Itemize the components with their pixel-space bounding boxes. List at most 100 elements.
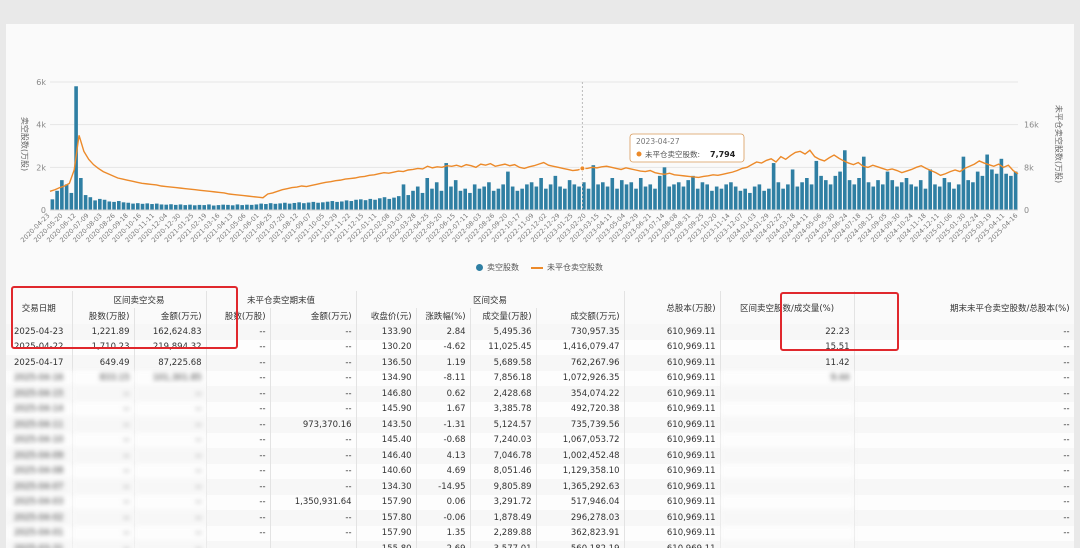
bar[interactable] [491, 190, 496, 210]
bar[interactable] [852, 184, 857, 210]
bar[interactable] [135, 203, 140, 210]
bar[interactable] [316, 202, 320, 210]
bar[interactable] [207, 204, 211, 210]
bar[interactable] [463, 188, 467, 210]
bar[interactable] [624, 184, 629, 210]
bar[interactable] [923, 188, 928, 210]
th-total-capital[interactable]: 总股本(万股) [624, 291, 721, 324]
table-row[interactable]: 2025-04-15 -- -- -- -- 146.80 0.62 2,428.68 354,… [6, 386, 1074, 402]
bar[interactable] [302, 203, 306, 210]
bar[interactable] [430, 188, 434, 210]
bar[interactable] [354, 199, 358, 210]
bar[interactable] [975, 171, 980, 210]
bar[interactable] [335, 201, 339, 210]
bar[interactable] [321, 202, 325, 210]
table-row[interactable]: 2025-04-03 -- -- -- 1,350,931.64 157.90 0.06 3,… [6, 494, 1074, 510]
bar[interactable] [268, 203, 273, 210]
bar[interactable] [667, 186, 672, 210]
table-row[interactable]: 2025-04-22 1,710.23 219,894.32 -- -- 130.20 -4… [6, 339, 1074, 355]
table-row[interactable]: 2025-04-02 -- -- -- -- 157.80 -0.06 1,878.49 296… [6, 510, 1074, 526]
bar[interactable] [510, 186, 515, 210]
bar[interactable] [83, 195, 88, 210]
bar[interactable] [50, 199, 55, 210]
bar[interactable] [520, 188, 524, 210]
bar[interactable] [553, 175, 558, 210]
table-row[interactable]: 2025-04-14 -- -- -- -- 145.90 1.67 3,385.78 492,… [6, 401, 1074, 417]
bar[interactable] [601, 182, 605, 210]
bar[interactable] [373, 199, 377, 210]
bar[interactable] [866, 182, 871, 210]
bar[interactable] [444, 163, 449, 210]
bar[interactable] [278, 203, 282, 210]
bar[interactable] [990, 169, 994, 210]
bar[interactable] [586, 188, 591, 210]
bar[interactable] [1009, 175, 1013, 210]
bar[interactable] [971, 182, 975, 210]
bar[interactable] [178, 204, 183, 210]
bar[interactable] [629, 182, 634, 210]
bar[interactable] [857, 178, 861, 210]
bar[interactable] [795, 186, 800, 210]
bar[interactable] [577, 186, 581, 210]
th-date[interactable]: 交易日期 [6, 291, 73, 324]
bar[interactable] [254, 204, 259, 210]
bar[interactable] [558, 186, 562, 210]
th-u-shares[interactable]: 股数(万股) [206, 308, 271, 324]
bar[interactable] [387, 198, 392, 210]
bar[interactable] [297, 202, 301, 210]
bar[interactable] [525, 184, 529, 210]
bar[interactable] [340, 201, 344, 210]
bar[interactable] [98, 198, 102, 210]
th-ratio[interactable]: 区间卖空股数/成交量(%) [720, 291, 855, 324]
table-row[interactable]: 2025-04-16 833.15 101,301.85 -- -- 134.90 -8.1… [6, 370, 1074, 386]
bar[interactable] [876, 180, 880, 210]
bar[interactable] [145, 203, 150, 210]
bar[interactable] [695, 188, 700, 210]
bar[interactable] [757, 184, 762, 210]
bar[interactable] [453, 180, 458, 210]
bar[interactable] [112, 201, 116, 210]
bar[interactable] [363, 200, 368, 210]
bar[interactable] [515, 190, 520, 210]
table-row[interactable]: 2025-04-07 -- -- -- -- 134.30 -14.95 9,805.89 1,… [6, 479, 1074, 495]
bar[interactable] [596, 184, 600, 210]
th-u-amount[interactable]: 金额(万元) [270, 308, 357, 324]
bar[interactable] [828, 184, 833, 210]
bar[interactable] [121, 202, 126, 210]
bar[interactable] [221, 204, 225, 210]
bar[interactable] [947, 182, 951, 210]
bar[interactable] [64, 184, 69, 210]
bar[interactable] [102, 199, 107, 210]
bar[interactable] [710, 190, 714, 210]
bar[interactable] [249, 204, 254, 210]
bar[interactable] [762, 190, 766, 210]
table-row[interactable]: 2025-04-23 1,221.89 162,624.83 -- -- 133.90 2.… [6, 324, 1074, 340]
bar[interactable] [781, 188, 785, 210]
bar[interactable] [173, 204, 178, 210]
bar[interactable] [544, 188, 548, 210]
table-row[interactable]: 2025-04-09 -- -- -- -- 146.40 4.13 7,046.78 1,00… [6, 448, 1074, 464]
th-turnover[interactable]: 成交额(万元) [536, 308, 625, 324]
bar[interactable] [880, 184, 885, 210]
bar[interactable] [1013, 171, 1018, 210]
bar[interactable] [956, 184, 961, 210]
bar[interactable] [283, 202, 287, 210]
bar[interactable] [648, 184, 653, 210]
bar[interactable] [420, 192, 425, 210]
bar[interactable] [909, 184, 914, 210]
bar[interactable] [264, 204, 268, 210]
bar[interactable] [776, 182, 781, 210]
bar[interactable] [449, 186, 453, 210]
bar[interactable] [771, 163, 776, 210]
bar[interactable] [572, 184, 577, 210]
bar[interactable] [748, 192, 752, 210]
table-row[interactable]: 2025-04-11 -- -- -- 973,370.16 143.50 -1.31 5,1… [6, 417, 1074, 433]
bar[interactable] [359, 199, 363, 210]
legend-item-short[interactable]: 卖空股数 [476, 262, 519, 273]
table-row[interactable]: 2025-04-08 -- -- -- -- 140.60 4.69 8,051.46 1,12… [6, 463, 1074, 479]
bar[interactable] [126, 202, 131, 210]
bar[interactable] [534, 186, 539, 210]
bar[interactable] [107, 201, 112, 210]
bar[interactable] [961, 156, 966, 210]
th-amount[interactable]: 金额(万元) [134, 308, 207, 324]
